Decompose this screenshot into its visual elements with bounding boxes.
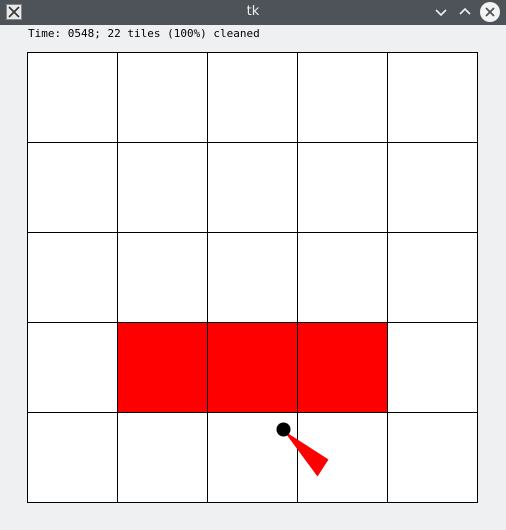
clean-tile [387, 412, 478, 503]
minimize-button[interactable] [432, 3, 450, 21]
room-canvas[interactable] [27, 52, 478, 503]
clean-tile [207, 232, 298, 323]
clean-tile [387, 52, 478, 143]
clean-tile [387, 232, 478, 323]
app-window: tk Time: 0548; 22 tiles (100%) cleaned [0, 0, 506, 530]
window-title: tk [246, 4, 260, 19]
clean-tile [27, 412, 118, 503]
clean-tile [117, 232, 208, 323]
clean-tile [387, 142, 478, 233]
clean-tile [117, 412, 208, 503]
clean-tile [297, 52, 388, 143]
dirty-tile [117, 322, 208, 413]
title-bar[interactable]: tk [0, 0, 506, 25]
clean-tile [27, 232, 118, 323]
clean-tile [387, 322, 478, 413]
dirty-tile [297, 322, 388, 413]
maximize-button[interactable] [456, 3, 474, 21]
maximize-icon [459, 7, 471, 15]
dirty-tile [207, 322, 298, 413]
clean-tile [117, 52, 208, 143]
clean-tile [207, 52, 298, 143]
close-button[interactable] [480, 2, 500, 22]
clean-tile [207, 142, 298, 233]
clean-tile [27, 52, 118, 143]
clean-tile [117, 142, 208, 233]
clean-tile [297, 142, 388, 233]
clean-tile [27, 142, 118, 233]
robot [276, 422, 291, 437]
status-text: Time: 0548; 22 tiles (100%) cleaned [28, 27, 260, 40]
minimize-icon [435, 9, 447, 17]
clean-tile [27, 322, 118, 413]
clean-tile [297, 232, 388, 323]
close-icon [485, 7, 495, 17]
